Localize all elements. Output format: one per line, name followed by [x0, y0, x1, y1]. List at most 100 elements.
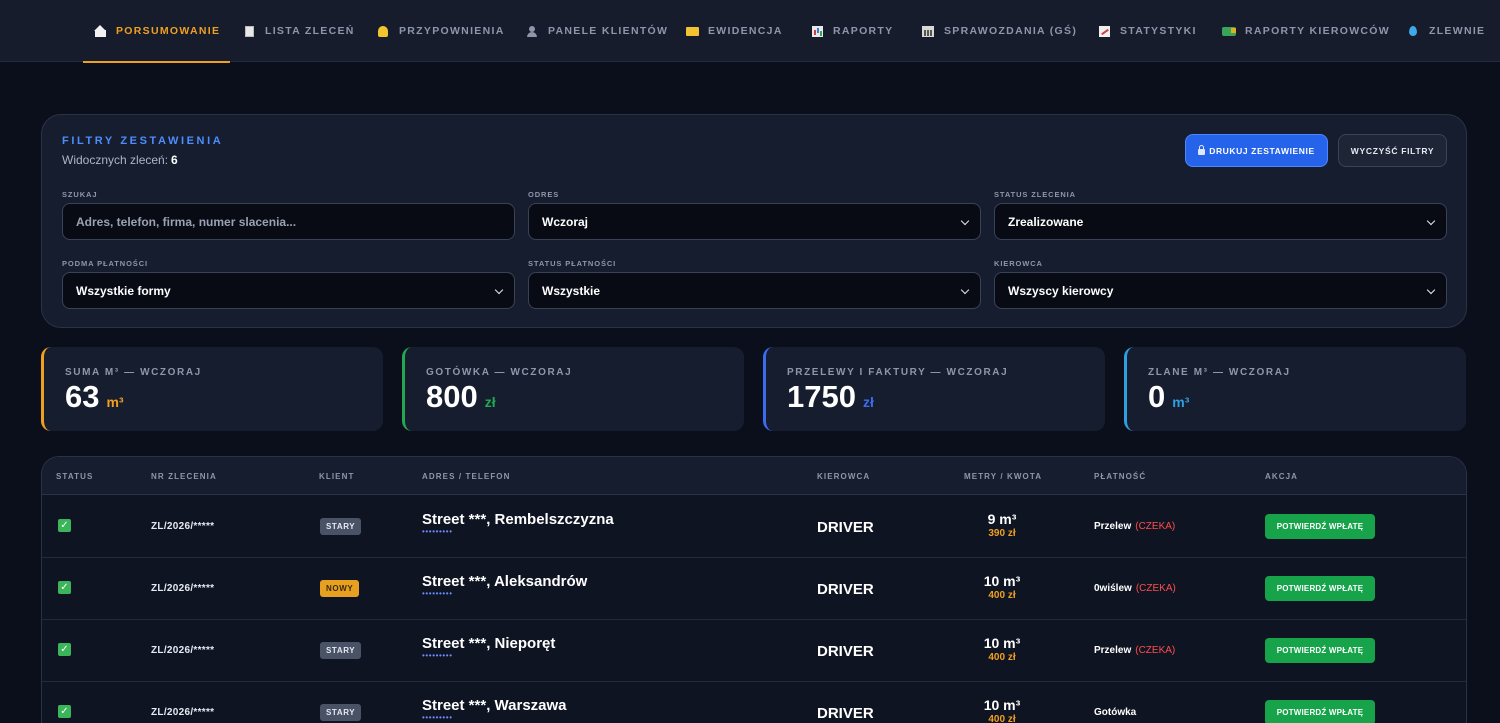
- order-number[interactable]: ZL/2026/*****: [151, 521, 214, 532]
- column-header-action: AKCJA: [1265, 472, 1299, 481]
- status-check-icon: ✓: [58, 519, 71, 532]
- table-row[interactable]: ✓ ZL/2026/***** STARY Street ***, Niepor…: [42, 620, 1466, 682]
- bank-icon: [921, 24, 935, 38]
- chevron-down-icon: [960, 285, 970, 295]
- amount-value: 390 zł: [988, 528, 1016, 539]
- visible-orders-value: 6: [171, 153, 178, 167]
- stat-label: PRZELEWY I FAKTURY — WCZORAJ: [787, 367, 1009, 378]
- payment-method: Gotówka: [1094, 707, 1137, 718]
- payment-form-value: Wszystkie formy: [76, 283, 171, 298]
- bell-icon: [376, 24, 390, 38]
- address-cell: Street ***, Warszawa •••••••••: [422, 697, 567, 722]
- stat-unit: zł: [862, 394, 874, 410]
- amount-value: 400 zł: [988, 652, 1016, 663]
- client-badge: STARY: [320, 642, 362, 659]
- driver-name: DRIVER: [817, 519, 874, 536]
- confirm-payment-button[interactable]: POTWIERDŹ WPŁATĘ: [1265, 700, 1375, 723]
- meters-value: 10 m³: [983, 697, 1021, 713]
- nav-item-podsumowanie[interactable]: PORSUMOWANIE: [82, 0, 231, 63]
- table-row[interactable]: ✓ ZL/2026/***** STARY Street ***, Rembel…: [42, 496, 1466, 558]
- truck-icon: [1222, 24, 1236, 38]
- stat-value: 0 m³: [1148, 379, 1189, 415]
- period-value: Wczoraj: [542, 214, 589, 229]
- meters-value: 10 m³: [983, 573, 1021, 589]
- driver-label: KIEROWCA: [994, 259, 1043, 268]
- stat-value: 1750 zł: [787, 379, 874, 415]
- address-text: Street ***, Rembelszczyzna: [422, 511, 614, 528]
- payment-info: Przelew (CZEKA): [1094, 521, 1175, 532]
- meters-amount: 10 m³ 400 zł: [967, 697, 1037, 723]
- confirm-payment-button[interactable]: POTWIERDŹ WPŁATĘ: [1265, 638, 1375, 663]
- payment-info: 0wiślew (CZEKA): [1094, 583, 1176, 594]
- phone-masked: •••••••••: [422, 651, 453, 660]
- table-row[interactable]: ✓ ZL/2026/***** STARY Street ***, Warsza…: [42, 682, 1466, 723]
- order-number[interactable]: ZL/2026/*****: [151, 583, 214, 594]
- payment-form-select[interactable]: Wszystkie formy: [62, 272, 515, 309]
- stat-unit: m³: [106, 394, 124, 410]
- confirm-payment-button[interactable]: POTWIERDŹ WPŁATĘ: [1265, 576, 1375, 601]
- nav-item-raporty-kierowcow[interactable]: RAPORTY KIEROWCÓW: [1222, 0, 1390, 62]
- period-select[interactable]: Wczoraj: [528, 203, 981, 240]
- driver-name: DRIVER: [817, 581, 874, 598]
- order-status-select[interactable]: Zrealizowane: [994, 203, 1447, 240]
- nav-item-statystyki[interactable]: STATYSTYKI: [1097, 0, 1197, 62]
- nav-item-label: ZLEWNIE: [1429, 25, 1486, 37]
- stat-value: 800 zł: [426, 379, 496, 415]
- print-summary-button[interactable]: DRUKUJ ZESTAWIENIE: [1185, 134, 1328, 167]
- filters-title: FILTRY ZESTAWIENIA: [62, 135, 224, 147]
- nav-item-label: PORSUMOWANIE: [116, 25, 221, 37]
- nav-item-panele-klientow[interactable]: PANELE KLIENTÓW: [525, 0, 668, 62]
- meters-amount: 10 m³ 400 zł: [967, 635, 1037, 663]
- nav-item-lista-zlecen[interactable]: LISTA ZLECEŃ: [242, 0, 355, 62]
- confirm-payment-button[interactable]: POTWIERDŹ WPŁATĘ: [1265, 514, 1375, 539]
- filters-panel: FILTRY ZESTAWIENIA Widocznych zleceń: 6 D…: [41, 114, 1467, 328]
- payment-status: (CZEKA): [1135, 521, 1176, 532]
- payment-method: Przelew: [1094, 521, 1132, 532]
- nav-item-przypomnienia[interactable]: PRZYPOWNIENIA: [376, 0, 505, 62]
- nav-item-zlewnie[interactable]: ZLEWNIE: [1406, 0, 1485, 62]
- nav-item-sprawozdania[interactable]: SPRAWOZDANIA (GŚ): [921, 0, 1077, 62]
- nav-item-raporty[interactable]: RAPORTY: [810, 0, 893, 62]
- payment-status-select[interactable]: Wszystkie: [528, 272, 981, 309]
- driver-select[interactable]: Wszyscy kierowcy: [994, 272, 1447, 309]
- driver-name: DRIVER: [817, 643, 874, 660]
- amount-value: 400 zł: [988, 714, 1016, 723]
- chevron-down-icon: [960, 216, 970, 226]
- search-input[interactable]: Adres, telefon, firma, numer slacenia...: [62, 203, 515, 240]
- column-header-payment: PŁATNOŚĆ: [1094, 472, 1147, 481]
- droplet-icon: [1406, 24, 1420, 38]
- user-icon: [525, 24, 539, 38]
- phone-masked: •••••••••: [422, 589, 453, 598]
- stat-unit: m³: [1172, 394, 1190, 410]
- clipboard-icon: [242, 24, 256, 38]
- payment-info: Gotówka: [1094, 707, 1140, 718]
- payment-info: Przelew (CZEKA): [1094, 645, 1175, 656]
- order-number[interactable]: ZL/2026/*****: [151, 645, 214, 656]
- stat-number: 1750: [787, 379, 856, 414]
- address-cell: Street ***, Nieporęt •••••••••: [422, 635, 555, 660]
- nav-item-label: LISTA ZLECEŃ: [265, 25, 355, 37]
- payment-method: Przelew: [1094, 645, 1132, 656]
- meters-amount: 9 m³ 390 zł: [967, 511, 1037, 539]
- nav-item-label: SPRAWOZDANIA (GŚ): [944, 25, 1078, 37]
- address-cell: Street ***, Aleksandrów •••••••••: [422, 573, 587, 598]
- table-header: STATUS NR ZLECENIA KLIENT ADRES / TELEFO…: [42, 457, 1466, 495]
- client-badge: NOWY: [320, 580, 360, 597]
- nav-item-ewidencja[interactable]: EWIDENCJA: [685, 0, 783, 62]
- column-header-address: ADRES / TELEFON: [422, 472, 511, 481]
- table-row[interactable]: ✓ ZL/2026/***** NOWY Street ***, Aleksan…: [42, 558, 1466, 620]
- chevron-down-icon: [494, 285, 504, 295]
- chevron-down-icon: [1426, 285, 1436, 295]
- stat-card-volume: SUMA M³ — WCZORAJ 63 m³: [41, 347, 383, 431]
- bar-chart-icon: [810, 24, 824, 38]
- stat-number: 63: [65, 379, 100, 414]
- top-navigation: PORSUMOWANIE LISTA ZLECEŃ PRZYPOWNIENIA …: [0, 0, 1500, 63]
- order-number[interactable]: ZL/2026/*****: [151, 707, 214, 718]
- search-placeholder: Adres, telefon, firma, numer slacenia...: [76, 214, 297, 229]
- payment-status: (CZEKA): [1135, 583, 1176, 594]
- clear-filters-button[interactable]: WYCZYŚĆ FILTRY: [1338, 134, 1447, 167]
- payment-status: (CZEKA): [1135, 645, 1176, 656]
- stat-number: 0: [1148, 379, 1166, 414]
- address-text: Street ***, Aleksandrów: [422, 573, 588, 590]
- chevron-down-icon: [1426, 216, 1436, 226]
